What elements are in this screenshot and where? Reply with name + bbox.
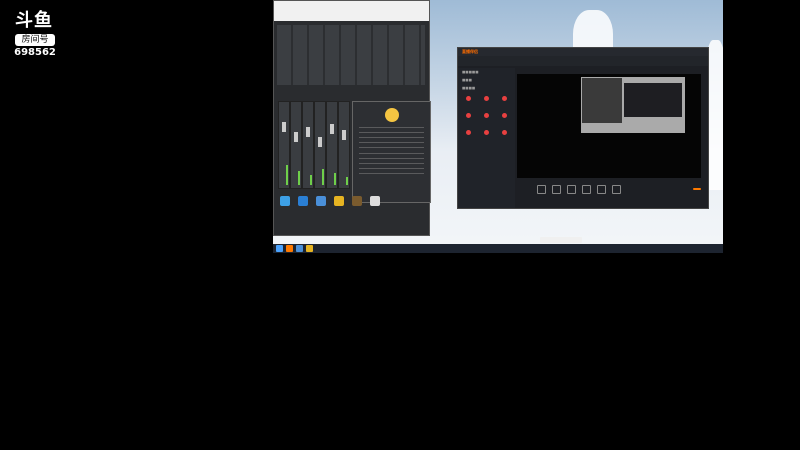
bottom-toolbar[interactable]	[517, 182, 705, 196]
preview-capture	[581, 77, 685, 133]
audio-mixer-window[interactable]	[273, 0, 431, 236]
tool-item[interactable]	[479, 112, 494, 126]
fader[interactable]	[318, 137, 322, 147]
mixer-parameter-grid[interactable]	[277, 25, 425, 85]
start-icon[interactable]	[276, 245, 283, 252]
preview-mixer	[582, 78, 622, 123]
fader[interactable]	[294, 132, 298, 142]
tool-item[interactable]	[497, 95, 512, 109]
sidebar-row[interactable]: ■■■	[458, 76, 515, 84]
app-titlebar[interactable]: 直播伴侣	[458, 48, 708, 56]
taskbar-app-icon[interactable]	[306, 245, 313, 252]
toolbar-icon[interactable]	[552, 184, 561, 194]
desktop-icon[interactable]	[296, 196, 310, 216]
fader[interactable]	[306, 127, 310, 137]
channel-strip[interactable]	[302, 101, 314, 189]
tool-item[interactable]	[497, 129, 512, 143]
channel-strip[interactable]	[338, 101, 350, 189]
taskbar-app-icon[interactable]	[286, 245, 293, 252]
tool-item[interactable]	[479, 129, 494, 143]
microphone-icon[interactable]	[597, 184, 606, 194]
tool-grid[interactable]	[458, 92, 515, 146]
channel-strip[interactable]	[314, 101, 326, 189]
preview-app	[624, 83, 682, 117]
level-meter	[322, 169, 324, 185]
logo-text: 斗鱼	[15, 10, 53, 31]
channel-strip[interactable]	[278, 101, 290, 189]
dialog-text-block	[359, 152, 424, 174]
app-tabs[interactable]	[458, 56, 708, 66]
fader[interactable]	[330, 124, 334, 134]
channel-strip[interactable]	[290, 101, 302, 189]
room-number: 698562	[14, 47, 56, 58]
tool-item[interactable]	[497, 112, 512, 126]
douyu-logo: 斗鱼 房间号 698562	[12, 10, 58, 58]
level-meter	[286, 165, 288, 185]
desktop-icons	[278, 196, 398, 216]
tool-item[interactable]	[479, 95, 494, 109]
go-live-button[interactable]	[693, 188, 701, 190]
mixer-titlebar[interactable]	[274, 1, 429, 21]
desktop-icon[interactable]	[332, 196, 346, 216]
desktop-icon[interactable]	[278, 196, 292, 216]
toolbar-icon[interactable]	[537, 184, 546, 194]
scene-sidebar[interactable]: ■■■■■ ■■■ ■■■■	[458, 68, 515, 208]
bell-icon	[384, 108, 399, 122]
captured-desktop: 直播伴侣 ■■■■■ ■■■ ■■■■	[273, 0, 723, 253]
tool-item[interactable]	[461, 95, 476, 109]
tool-item[interactable]	[461, 112, 476, 126]
streaming-app-window[interactable]: 直播伴侣 ■■■■■ ■■■ ■■■■	[457, 47, 709, 209]
level-meter	[346, 177, 348, 185]
floating-toolbar[interactable]	[540, 237, 582, 243]
tool-item[interactable]	[461, 129, 476, 143]
dialog-text-block	[359, 126, 424, 148]
room-label: 房间号	[15, 34, 55, 46]
taskbar-app-icon[interactable]	[296, 245, 303, 252]
app-brand: 直播伴侣	[462, 49, 478, 54]
fader[interactable]	[342, 130, 346, 140]
channel-strip[interactable]	[326, 101, 338, 189]
notice-dialog[interactable]	[352, 101, 431, 203]
level-meter	[334, 173, 336, 185]
desktop-icon[interactable]	[368, 196, 382, 216]
fader[interactable]	[282, 122, 286, 132]
windows-taskbar	[273, 244, 723, 253]
toolbar-icon[interactable]	[567, 184, 576, 194]
toolbar-icon[interactable]	[612, 184, 621, 194]
level-meter	[298, 171, 300, 185]
stream-preview[interactable]	[517, 74, 701, 178]
desktop-icon[interactable]	[314, 196, 328, 216]
level-meter	[310, 175, 312, 185]
toolbar-icon[interactable]	[582, 184, 591, 194]
sidebar-row[interactable]: ■■■■	[458, 84, 515, 92]
desktop-icon[interactable]	[350, 196, 364, 216]
sidebar-row[interactable]: ■■■■■	[458, 68, 515, 76]
